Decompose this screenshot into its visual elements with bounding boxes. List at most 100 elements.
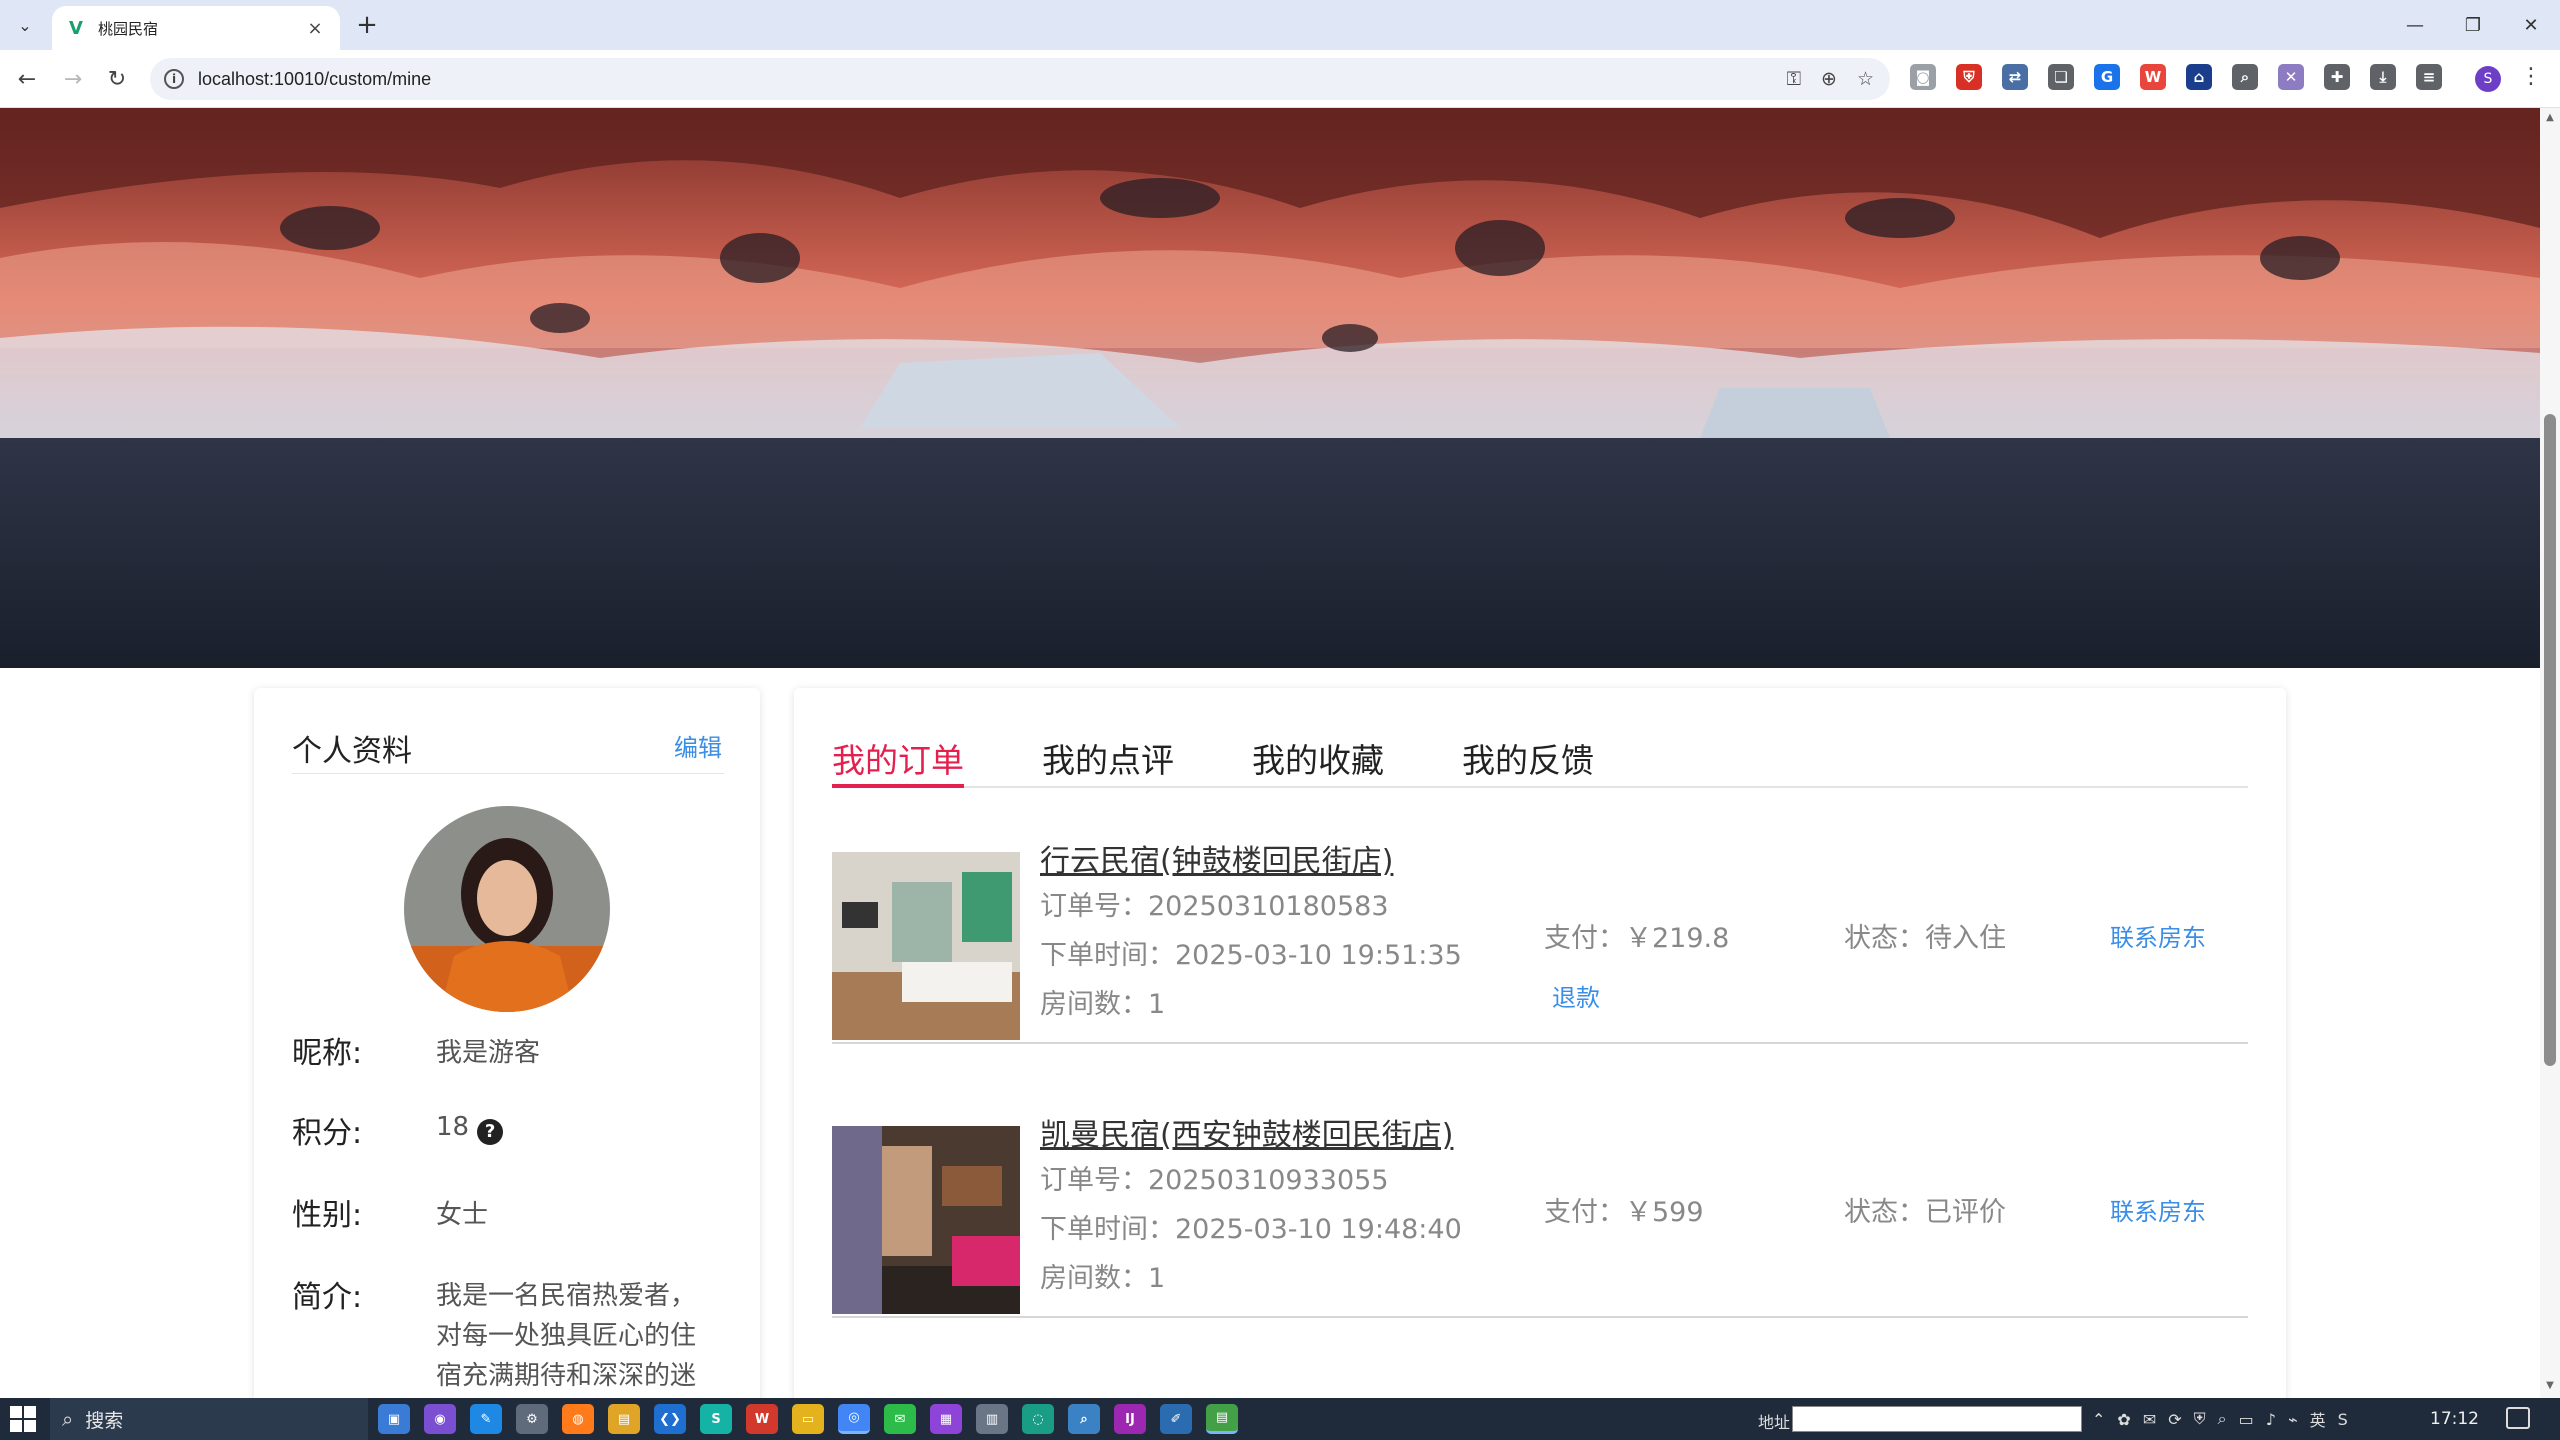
notification-center-icon[interactable]: [2506, 1407, 2530, 1429]
browser-tab[interactable]: V 桃园民宿 ×: [52, 6, 340, 50]
contact-host-link[interactable]: 联系房东: [2110, 1192, 2206, 1227]
wechat-tray-icon[interactable]: ✉: [2143, 1410, 2156, 1429]
wechat-app-icon[interactable]: ✉: [884, 1404, 916, 1434]
notepad-app-icon[interactable]: ▤: [1206, 1404, 1238, 1434]
remote-desktop-icon[interactable]: ▥: [976, 1404, 1008, 1434]
tab-my-favorites[interactable]: 我的收藏: [1252, 734, 1384, 786]
back-icon[interactable]: ←: [12, 64, 42, 94]
idea-app-icon[interactable]: IJ: [1114, 1404, 1146, 1434]
ime-indicator[interactable]: 英: [2310, 1407, 2326, 1431]
finder-app-icon[interactable]: ▣: [378, 1404, 410, 1434]
edit-profile-link[interactable]: 编辑: [674, 728, 722, 763]
homestay-name-link[interactable]: 凯曼民宿(西安钟鼓楼回民街店): [1040, 1110, 1453, 1154]
taskbar-clock[interactable]: 17:12: [2430, 1409, 2479, 1429]
taskbar-search[interactable]: ⌕ 搜索: [50, 1398, 368, 1440]
homestay-room-image[interactable]: [832, 1126, 1020, 1314]
red-extension-icon[interactable]: W: [2140, 64, 2166, 90]
tray-overflow-icon[interactable]: ⌃: [2092, 1410, 2105, 1429]
homestay-room-image[interactable]: [832, 852, 1020, 1040]
order-time: 下单时间：2025-03-10 19:51:35: [1040, 940, 1462, 971]
new-tab-button[interactable]: +: [352, 10, 382, 40]
page-scrollbar[interactable]: ▲ ▼: [2540, 108, 2560, 1398]
homestay-name-link[interactable]: 行云民宿(钟鼓楼回民街店): [1040, 836, 1393, 880]
site-info-icon[interactable]: i: [164, 69, 184, 89]
teal-app-icon[interactable]: S: [700, 1404, 732, 1434]
tab-my-reviews[interactable]: 我的点评: [1042, 734, 1174, 786]
tab-my-orders[interactable]: 我的订单: [832, 734, 964, 788]
contact-host-link[interactable]: 联系房东: [2110, 918, 2206, 953]
scrollbar-thumb[interactable]: [2544, 414, 2556, 1066]
x-extension-icon[interactable]: ✕: [2278, 64, 2304, 90]
order-status: 状态：待入住: [1844, 923, 2006, 954]
refund-link[interactable]: 退款: [1552, 978, 1600, 1013]
sogou-ime-icon[interactable]: S: [2338, 1410, 2348, 1429]
browser-toolbar: ← → ↻ i localhost:10010/custom/mine ⚿ ⊕ …: [0, 50, 2560, 108]
address-bar[interactable]: i localhost:10010/custom/mine ⚿ ⊕ ☆: [150, 58, 1890, 100]
shield-extension-icon[interactable]: ⛨: [1956, 64, 1982, 90]
tray-display-icon[interactable]: ▭: [2239, 1410, 2254, 1429]
minimize-icon[interactable]: —: [2386, 0, 2444, 50]
search-app-icon[interactable]: ⌕: [1068, 1404, 1100, 1434]
close-window-icon[interactable]: ✕: [2502, 0, 2560, 50]
bio-text: 我是一名民宿热爱者，对每一处独具匠心的住宿充满期待和深深的迷: [436, 1281, 697, 1391]
address-toolbar-input[interactable]: [1792, 1406, 2082, 1432]
tab-close-icon[interactable]: ×: [304, 18, 326, 39]
folder-app-icon[interactable]: ▤: [608, 1404, 640, 1434]
media-app-icon[interactable]: ◉: [424, 1404, 456, 1434]
settings-app-icon[interactable]: ⚙: [516, 1404, 548, 1434]
nickname-value: 我是游客: [436, 1038, 541, 1068]
file-explorer-icon[interactable]: ▭: [792, 1404, 824, 1434]
taskbar-search-placeholder: 搜索: [85, 1409, 124, 1432]
purple-app-icon[interactable]: ▦: [930, 1404, 962, 1434]
tab-my-feedback[interactable]: 我的反馈: [1462, 734, 1594, 786]
tray-sync-icon[interactable]: ⟳: [2168, 1410, 2181, 1429]
chrome-app-icon[interactable]: ◎: [838, 1404, 870, 1434]
points-value: 18: [436, 1112, 470, 1142]
orders-card: 我的订单 我的点评 我的收藏 我的反馈 行云民宿(钟鼓楼回民街店) 订单号：20…: [794, 688, 2286, 1398]
pen-app-icon[interactable]: ✐: [1160, 1404, 1192, 1434]
url-text[interactable]: localhost:10010/custom/mine: [198, 69, 431, 90]
gender-label: 性别:: [292, 1198, 363, 1233]
taskbar-apps: ▣ ◉ ✎ ⚙ ◍ ▤ ❮❯ S W ▭ ◎ ✉ ▦ ▥ ◌ ⌕ IJ ✐ ▤: [378, 1404, 1238, 1434]
points-label: 积分:: [292, 1116, 363, 1151]
tray-search-icon[interactable]: ⌕: [2218, 1409, 2227, 1429]
google-translate-icon[interactable]: G: [2094, 64, 2120, 90]
mine-tabs: 我的订单 我的点评 我的收藏 我的反馈: [832, 734, 2248, 788]
tab-search-chevron-icon[interactable]: ⌄: [12, 12, 38, 38]
vue-logo-icon: V: [69, 17, 83, 39]
vscode-app-icon[interactable]: ❮❯: [654, 1404, 686, 1434]
bookmark-star-icon[interactable]: ☆: [1857, 68, 1874, 90]
copy-extension-icon[interactable]: ❏: [2048, 64, 2074, 90]
reload-icon[interactable]: ↻: [102, 64, 132, 94]
notes-app-icon[interactable]: ✎: [470, 1404, 502, 1434]
scroll-up-icon[interactable]: ▲: [2544, 112, 2556, 124]
windows-start-icon[interactable]: [10, 1406, 36, 1432]
search-extension-icon[interactable]: ⌕: [2232, 64, 2258, 90]
media-queue-icon[interactable]: ≡: [2416, 64, 2442, 90]
window-controls: — ❐ ✕: [2386, 0, 2560, 50]
puzzle-extensions-icon[interactable]: ✚: [2324, 64, 2350, 90]
profile-avatar-icon[interactable]: S: [2475, 66, 2501, 92]
search-icon: ⌕: [62, 1407, 74, 1431]
profile-title: 个人资料: [292, 734, 412, 769]
volume-icon[interactable]: ♪: [2266, 1410, 2276, 1429]
windows-taskbar: ⌕ 搜索 ▣ ◉ ✎ ⚙ ◍ ▤ ❮❯ S W ▭ ◎ ✉ ▦ ▥ ◌ ⌕ IJ…: [0, 1398, 2560, 1440]
zoom-icon[interactable]: ⊕: [1821, 68, 1837, 90]
password-key-icon[interactable]: ⚿: [1787, 68, 1801, 90]
network-icon[interactable]: ⌁: [2288, 1410, 2298, 1429]
gender-value: 女士: [436, 1200, 489, 1230]
network-app-icon[interactable]: ◌: [1022, 1404, 1054, 1434]
screenshot-extension-icon[interactable]: ◙: [1910, 64, 1936, 90]
firefox-app-icon[interactable]: ◍: [562, 1404, 594, 1434]
tray-shield-icon[interactable]: ⛨: [2194, 1409, 2206, 1429]
download-icon[interactable]: ⤓: [2370, 64, 2396, 90]
translate-extension-icon[interactable]: ⇄: [2002, 64, 2028, 90]
wps-app-icon[interactable]: W: [746, 1404, 778, 1434]
home-extension-icon[interactable]: ⌂: [2186, 64, 2212, 90]
help-question-icon[interactable]: ?: [477, 1118, 504, 1145]
restore-icon[interactable]: ❐: [2444, 0, 2502, 50]
tray-app-icon[interactable]: ✿: [2117, 1410, 2130, 1429]
scroll-down-icon[interactable]: ▼: [2544, 1380, 2556, 1392]
browser-menu-icon[interactable]: ⋮: [2520, 64, 2542, 89]
forward-icon[interactable]: →: [58, 64, 88, 94]
